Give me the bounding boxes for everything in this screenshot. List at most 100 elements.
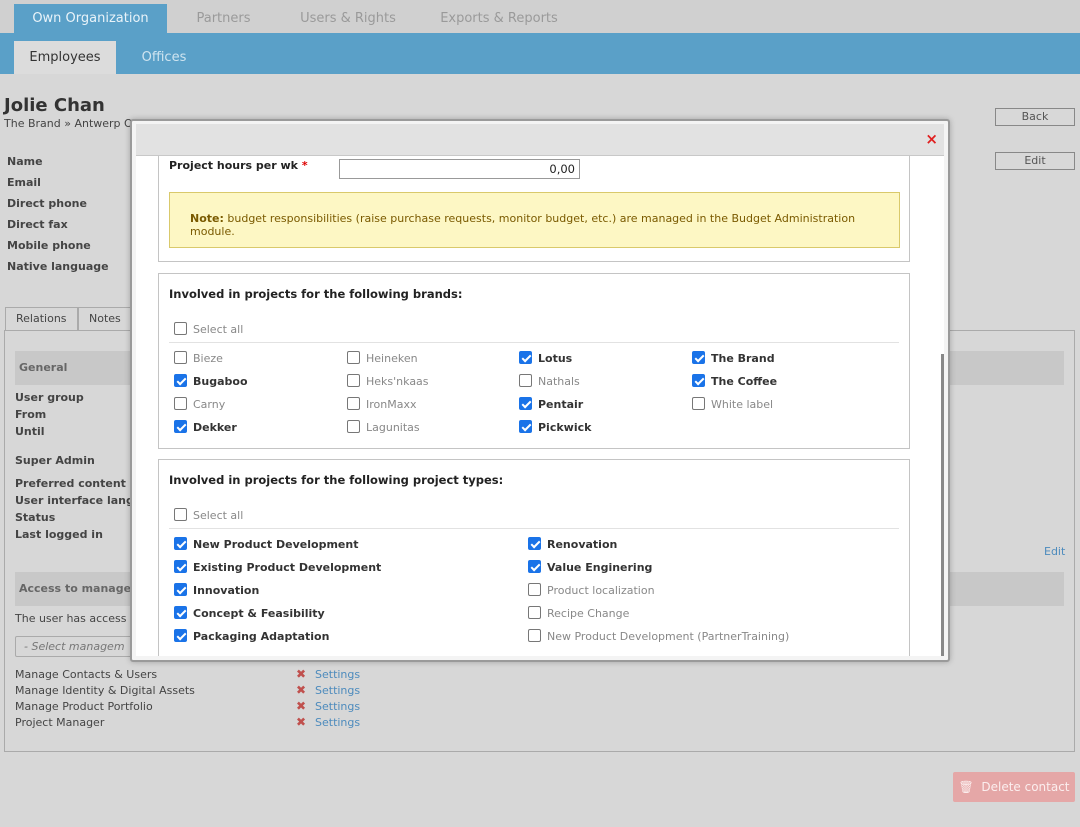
checkbox-existing-product-development[interactable] bbox=[174, 560, 187, 573]
checkbox-bugaboo[interactable] bbox=[174, 374, 187, 387]
access-item-contacts-users: Manage Contacts & Users bbox=[15, 668, 158, 681]
close-icon[interactable]: × bbox=[925, 131, 938, 147]
field-label-direct-phone: Direct phone bbox=[7, 197, 87, 210]
tab-relations[interactable]: Relations bbox=[5, 307, 78, 330]
settings-link[interactable]: Settings bbox=[315, 668, 360, 681]
checkbox-lagunitas[interactable] bbox=[347, 420, 360, 433]
general-row-user-group: User group bbox=[15, 391, 84, 404]
checkbox-concept-feasibility[interactable] bbox=[174, 606, 187, 619]
note-text: budget responsibilities (raise purchase … bbox=[190, 212, 856, 238]
tab-partners[interactable]: Partners bbox=[172, 4, 275, 33]
checkbox-label: The Coffee bbox=[711, 375, 778, 388]
divider bbox=[169, 528, 899, 529]
page-title: Jolie Chan bbox=[4, 95, 105, 116]
general-row-until: Until bbox=[15, 425, 45, 438]
brands-select-all-label: Select all bbox=[193, 323, 244, 336]
remove-icon[interactable]: ✖ bbox=[296, 683, 306, 697]
project-types-title: Involved in projects for the following p… bbox=[169, 473, 504, 487]
checkbox-carny[interactable] bbox=[174, 397, 187, 410]
back-button[interactable]: Back bbox=[995, 108, 1075, 126]
checkbox-white-label[interactable] bbox=[692, 397, 705, 410]
checkbox-ironmaxx[interactable] bbox=[347, 397, 360, 410]
delete-contact-button[interactable]: 🗑 Delete contact bbox=[953, 772, 1075, 802]
general-row-content-language: Preferred content lan bbox=[15, 477, 149, 490]
checkbox-new-product-development-partnertraining-[interactable] bbox=[528, 629, 541, 642]
edit-button[interactable]: Edit bbox=[995, 152, 1075, 170]
checkbox-the-coffee[interactable] bbox=[692, 374, 705, 387]
field-label-mobile-phone: Mobile phone bbox=[7, 239, 91, 252]
checkbox-label: White label bbox=[711, 398, 774, 411]
access-item-project-manager: Project Manager bbox=[15, 716, 105, 729]
delete-contact-label: Delete contact bbox=[981, 780, 1070, 794]
access-item-identity-assets: Manage Identity & Digital Assets bbox=[15, 684, 195, 697]
checkbox-label: Bieze bbox=[193, 352, 223, 365]
divider bbox=[169, 342, 899, 343]
types-select-all-label: Select all bbox=[193, 509, 244, 522]
breadcrumb: The Brand » Antwerp Of bbox=[4, 117, 137, 130]
brands-box: Involved in projects for the following b… bbox=[158, 273, 910, 449]
brands-select-all-checkbox[interactable] bbox=[174, 322, 187, 335]
checkbox-label: Carny bbox=[193, 398, 226, 411]
checkbox-new-product-development[interactable] bbox=[174, 537, 187, 550]
checkbox-dekker[interactable] bbox=[174, 420, 187, 433]
settings-link[interactable]: Settings bbox=[315, 716, 360, 729]
hours-box: Project hours per wk * 0,00 Note: budget… bbox=[158, 156, 910, 262]
checkbox-renovation[interactable] bbox=[528, 537, 541, 550]
checkbox-bieze[interactable] bbox=[174, 351, 187, 364]
tab-notes[interactable]: Notes bbox=[78, 307, 132, 330]
checkbox-label: The Brand bbox=[711, 352, 775, 365]
tab-own-organization[interactable]: Own Organization bbox=[14, 4, 167, 33]
dialog-header: × bbox=[136, 124, 944, 156]
checkbox-pentair[interactable] bbox=[519, 397, 532, 410]
tab-exports-reports[interactable]: Exports & Reports bbox=[420, 4, 578, 33]
access-description: The user has access t bbox=[15, 612, 135, 625]
hours-input[interactable]: 0,00 bbox=[339, 159, 580, 179]
management-select[interactable]: - Select managem bbox=[15, 636, 140, 657]
sub-nav: Employees Offices bbox=[0, 33, 1080, 74]
settings-link[interactable]: Settings bbox=[315, 700, 360, 713]
checkbox-label: Nathals bbox=[538, 375, 580, 388]
checkbox-the-brand[interactable] bbox=[692, 351, 705, 364]
top-nav: Own Organization Partners Users & Rights… bbox=[0, 0, 1080, 33]
trash-icon: 🗑 bbox=[958, 780, 974, 794]
checkbox-label: Dekker bbox=[193, 421, 237, 434]
subtab-offices[interactable]: Offices bbox=[120, 41, 208, 74]
checkbox-label: Innovation bbox=[193, 584, 260, 597]
general-row-last-logged-in: Last logged in bbox=[15, 528, 103, 541]
checkbox-pickwick[interactable] bbox=[519, 420, 532, 433]
general-row-from: From bbox=[15, 408, 47, 421]
hours-label-text: Project hours per wk bbox=[169, 159, 298, 172]
checkbox-innovation[interactable] bbox=[174, 583, 187, 596]
budget-note: Note: budget responsibilities (raise pur… bbox=[169, 192, 900, 248]
checkbox-label: Bugaboo bbox=[193, 375, 248, 388]
checkbox-heks-nkaas[interactable] bbox=[347, 374, 360, 387]
hours-label: Project hours per wk * bbox=[169, 159, 308, 172]
brands-title: Involved in projects for the following b… bbox=[169, 287, 463, 301]
remove-icon[interactable]: ✖ bbox=[296, 667, 306, 681]
checkbox-packaging-adaptation[interactable] bbox=[174, 629, 187, 642]
remove-icon[interactable]: ✖ bbox=[296, 699, 306, 713]
subtab-employees[interactable]: Employees bbox=[14, 41, 116, 74]
checkbox-label: Lotus bbox=[538, 352, 573, 365]
checkbox-heineken[interactable] bbox=[347, 351, 360, 364]
project-involvement-dialog: × Project hours per wk * 0,00 Note: budg… bbox=[130, 119, 950, 662]
checkbox-label: Lagunitas bbox=[366, 421, 420, 434]
tab-users-rights[interactable]: Users & Rights bbox=[283, 4, 413, 33]
dialog-scrollbar[interactable] bbox=[941, 354, 944, 656]
settings-link[interactable]: Settings bbox=[315, 684, 360, 697]
checkbox-lotus[interactable] bbox=[519, 351, 532, 364]
general-edit-link[interactable]: Edit bbox=[1044, 545, 1065, 558]
checkbox-recipe-change[interactable] bbox=[528, 606, 541, 619]
general-row-status: Status bbox=[15, 511, 56, 524]
remove-icon[interactable]: ✖ bbox=[296, 715, 306, 729]
checkbox-label: New Product Development bbox=[193, 538, 359, 551]
checkbox-nathals[interactable] bbox=[519, 374, 532, 387]
checkbox-label: Packaging Adaptation bbox=[193, 630, 330, 643]
checkbox-label: Pentair bbox=[538, 398, 584, 411]
field-label-direct-fax: Direct fax bbox=[7, 218, 68, 231]
types-select-all-checkbox[interactable] bbox=[174, 508, 187, 521]
checkbox-value-enginering[interactable] bbox=[528, 560, 541, 573]
checkbox-label: Heks'nkaas bbox=[366, 375, 429, 388]
checkbox-product-localization[interactable] bbox=[528, 583, 541, 596]
checkbox-label: IronMaxx bbox=[366, 398, 417, 411]
